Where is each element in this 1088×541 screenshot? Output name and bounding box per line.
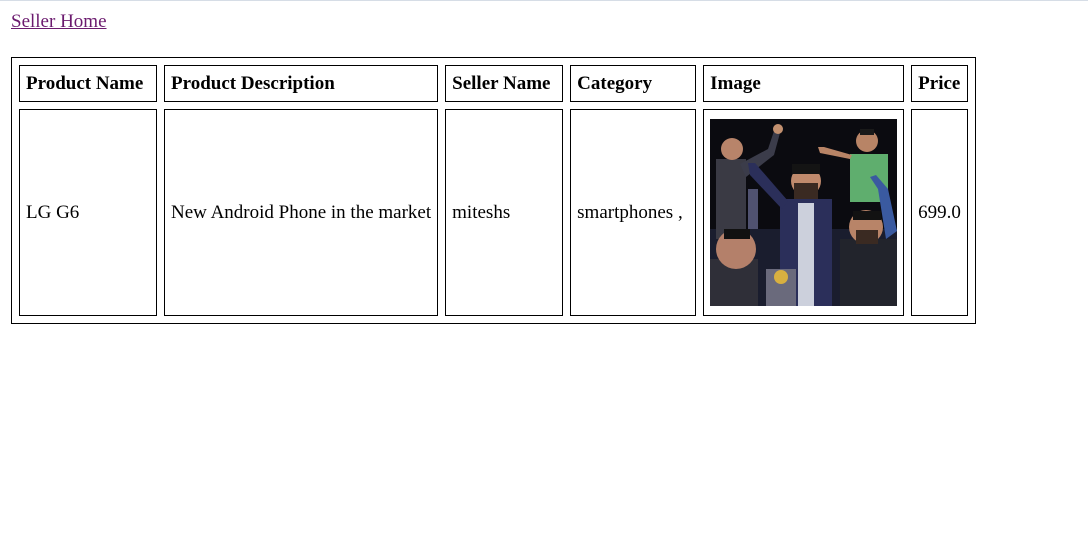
products-table: Product Name Product Description Seller … <box>11 57 976 324</box>
header-product-name: Product Name <box>19 65 157 102</box>
cell-seller-name: miteshs <box>445 109 564 316</box>
cell-price: 699.0 <box>911 109 968 316</box>
header-seller-name: Seller Name <box>445 65 564 102</box>
table-header-row: Product Name Product Description Seller … <box>19 65 968 102</box>
cell-category: smartphones , <box>570 109 697 316</box>
cell-product-description: New Android Phone in the market <box>164 109 439 316</box>
cell-product-name: LG G6 <box>19 109 157 316</box>
seller-home-link[interactable]: Seller Home <box>11 11 107 33</box>
table-row: LG G6 New Android Phone in the market mi… <box>19 109 968 316</box>
header-image: Image <box>703 65 905 102</box>
top-divider <box>0 0 1088 1</box>
header-category: Category <box>570 65 697 102</box>
header-price: Price <box>911 65 968 102</box>
header-product-description: Product Description <box>164 65 439 102</box>
cell-image <box>703 109 905 316</box>
product-image <box>710 119 898 306</box>
